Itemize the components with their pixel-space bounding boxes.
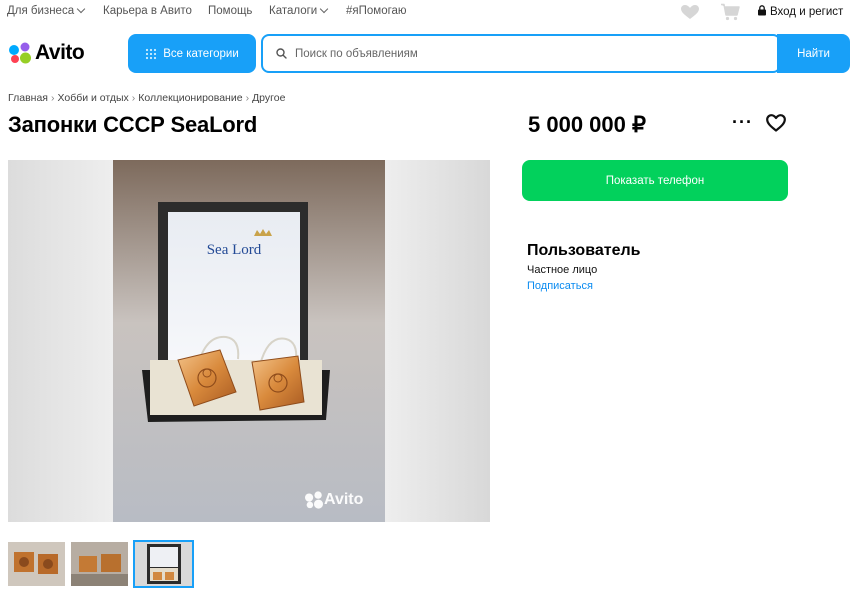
login-label: Вход и регист	[770, 6, 844, 18]
subscribe-link[interactable]: Подписаться	[527, 280, 593, 292]
find-button[interactable]: Найти	[777, 34, 850, 73]
nav-catalogs-label: Каталоги	[269, 5, 318, 17]
thumbnail-image	[135, 542, 192, 586]
show-phone-button[interactable]: Показать телефон	[522, 160, 788, 201]
seller-type: Частное лицо	[527, 264, 598, 276]
all-categories-label: Все категории	[163, 47, 239, 60]
nav-catalogs[interactable]: Каталоги	[269, 4, 329, 17]
avito-logo-icon	[9, 42, 31, 64]
chevron-down-icon	[319, 4, 329, 14]
search-bar: Найти	[261, 34, 850, 73]
lock-icon	[758, 5, 766, 16]
right-cufflink	[251, 355, 305, 411]
breadcrumb-collecting[interactable]: Коллекционирование	[138, 92, 242, 104]
cufflinks-photo: Sea Lord	[8, 160, 490, 522]
grid-icon	[146, 48, 157, 59]
chevron-down-icon	[76, 4, 86, 14]
breadcrumb-hobby[interactable]: Хобби и отдых	[57, 92, 128, 104]
watermark-text: Avito	[324, 491, 364, 508]
breadcrumb-home[interactable]: Главная	[8, 92, 48, 104]
photo-thumbnail-1[interactable]	[8, 542, 65, 586]
thumbnail-image	[8, 542, 65, 586]
photo-watermark: Avito	[304, 491, 363, 509]
search-input[interactable]	[293, 46, 767, 61]
photo-thumbnail-2[interactable]	[71, 542, 128, 586]
nav-help[interactable]: Помощь	[208, 5, 252, 17]
more-options-icon[interactable]: ···	[732, 112, 753, 133]
nav-for-business[interactable]: Для бизнеса	[7, 4, 86, 17]
avito-logo[interactable]: Avito	[8, 40, 85, 66]
photo-brand-text: Sea Lord	[207, 242, 262, 258]
search-box	[261, 34, 781, 73]
listing-title: Запонки СССР SeaLord	[8, 112, 258, 137]
nav-career[interactable]: Карьера в Авито	[103, 5, 192, 17]
search-icon	[276, 48, 287, 59]
photo-thumbnail-3[interactable]	[133, 540, 194, 588]
listing-main-photo[interactable]: Sea Lord	[8, 160, 490, 522]
nav-for-business-label: Для бизнеса	[7, 5, 75, 17]
favorites-heart-icon[interactable]	[680, 4, 700, 20]
listing-price: 5 000 000 ₽	[528, 112, 646, 137]
breadcrumb-other[interactable]: Другое	[252, 92, 285, 104]
breadcrumb-separator: ›	[245, 92, 250, 104]
breadcrumb: Главная › Хобби и отдых › Коллекционирование…	[8, 92, 285, 104]
avito-logo-text: Avito	[35, 41, 85, 64]
add-to-favorites-heart-icon[interactable]	[766, 114, 786, 132]
seller-name[interactable]: Пользователь	[527, 242, 640, 260]
thumbnail-image	[71, 542, 128, 586]
cart-icon[interactable]	[720, 3, 740, 21]
breadcrumb-separator: ›	[50, 92, 55, 104]
avito-watermark-icon	[305, 491, 323, 509]
nav-help-campaign[interactable]: #яПомогаю	[346, 5, 407, 17]
all-categories-button[interactable]: Все категории	[128, 34, 256, 73]
login-link[interactable]: Вход и регист	[757, 5, 843, 18]
breadcrumb-separator: ›	[131, 92, 136, 104]
